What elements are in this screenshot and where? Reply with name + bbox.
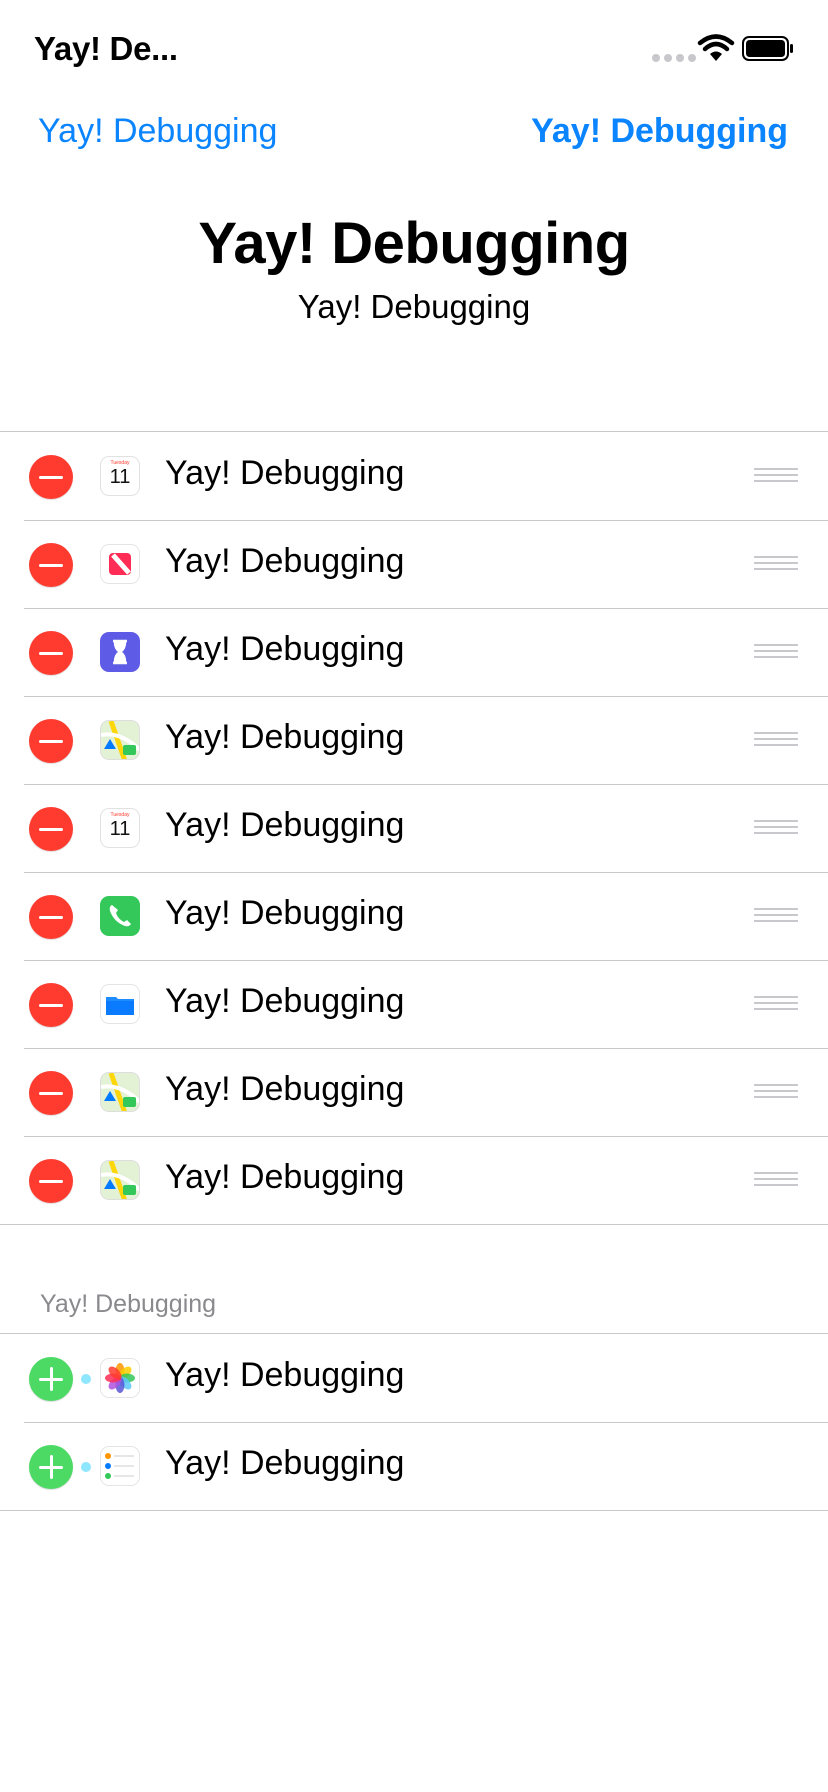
list-item-label: Yay! Debugging: [165, 982, 405, 1020]
reorder-handle-icon[interactable]: [754, 908, 798, 925]
calendar-date: 11: [109, 466, 131, 488]
maps-icon: [100, 1072, 140, 1112]
list-item[interactable]: Tuesday 11 Yay! Debugging: [0, 432, 828, 520]
screen-time-icon: [100, 632, 140, 672]
status-bar: Yay! De...: [0, 0, 828, 100]
calendar-icon: Tuesday 11: [100, 808, 140, 848]
insert-button[interactable]: [29, 1445, 73, 1489]
list-item-label: Yay! Debugging: [165, 542, 405, 580]
phone-icon: [100, 896, 140, 936]
list-item-label: Yay! Debugging: [165, 1070, 405, 1108]
list-item[interactable]: Yay! Debugging: [0, 696, 828, 784]
delete-button[interactable]: [29, 543, 73, 587]
list-item[interactable]: Yay! Debugging: [0, 1334, 828, 1422]
nav-left-button[interactable]: Yay! Debugging: [38, 112, 277, 151]
insert-button[interactable]: [29, 1357, 73, 1401]
list-item[interactable]: Yay! Debugging: [0, 520, 828, 608]
list-item[interactable]: Tuesday 11 Yay! Debugging: [0, 784, 828, 872]
reminders-icon: [100, 1446, 140, 1486]
delete-button[interactable]: [29, 719, 73, 763]
delete-button[interactable]: [29, 807, 73, 851]
delete-button[interactable]: [29, 455, 73, 499]
list-item-label: Yay! Debugging: [165, 894, 405, 932]
cellular-signal-icon: [652, 54, 696, 62]
delete-button[interactable]: [29, 1071, 73, 1115]
files-icon: [100, 984, 140, 1024]
calendar-date: 11: [109, 818, 131, 840]
news-icon: [100, 544, 140, 584]
delete-button[interactable]: [29, 1159, 73, 1203]
list-item-label: Yay! Debugging: [165, 1356, 405, 1394]
maps-icon: [100, 720, 140, 760]
delete-button[interactable]: [29, 631, 73, 675]
reorder-handle-icon[interactable]: [754, 996, 798, 1013]
editable-list: Tuesday 11 Yay! Debugging Yay! Debugging…: [0, 431, 828, 1225]
section-header: Yay! Debugging: [40, 1290, 217, 1318]
list-item[interactable]: Yay! Debugging: [0, 872, 828, 960]
battery-icon: [742, 36, 793, 61]
list-item-label: Yay! Debugging: [165, 718, 405, 756]
insert-list: Yay! Debugging Yay! Debugging: [0, 1333, 828, 1511]
list-item-label: Yay! Debugging: [165, 806, 405, 844]
list-item-label: Yay! Debugging: [165, 1444, 405, 1482]
list-item[interactable]: Yay! Debugging: [0, 1048, 828, 1136]
list-item[interactable]: Yay! Debugging: [0, 608, 828, 696]
list-item[interactable]: Yay! Debugging: [0, 960, 828, 1048]
reorder-handle-icon[interactable]: [754, 820, 798, 837]
list-item-label: Yay! Debugging: [165, 454, 405, 492]
reorder-handle-icon[interactable]: [754, 556, 798, 573]
delete-button[interactable]: [29, 983, 73, 1027]
page-subtitle: Yay! Debugging: [297, 288, 531, 325]
status-dot: [81, 1462, 91, 1472]
nav-right-button[interactable]: Yay! Debugging: [531, 112, 788, 151]
reorder-handle-icon[interactable]: [754, 644, 798, 661]
list-item[interactable]: Yay! Debugging: [0, 1422, 828, 1510]
calendar-icon: Tuesday 11: [100, 456, 140, 496]
maps-icon: [100, 1160, 140, 1200]
page-title: Yay! Debugging: [198, 211, 630, 276]
list-item[interactable]: Yay! Debugging: [0, 1136, 828, 1224]
wifi-icon: [697, 34, 735, 61]
delete-button[interactable]: [29, 895, 73, 939]
reorder-handle-icon[interactable]: [754, 732, 798, 749]
reorder-handle-icon[interactable]: [754, 468, 798, 485]
reorder-handle-icon[interactable]: [754, 1172, 798, 1189]
status-dot: [81, 1374, 91, 1384]
reorder-handle-icon[interactable]: [754, 1084, 798, 1101]
list-item-label: Yay! Debugging: [165, 630, 405, 668]
list-item-label: Yay! Debugging: [165, 1158, 405, 1196]
status-bar-title: Yay! De...: [34, 30, 178, 67]
photos-icon: [100, 1358, 140, 1398]
